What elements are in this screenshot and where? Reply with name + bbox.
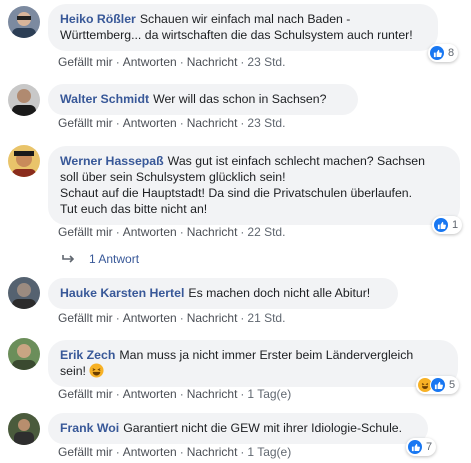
author-name[interactable]: Hauke Karsten Hertel xyxy=(60,286,184,300)
like-link[interactable]: Gefällt mir xyxy=(58,445,113,459)
laughing-emoji-icon xyxy=(89,363,104,378)
comment-bubble: Walter Schmidt Wer will das schon in Sach… xyxy=(48,84,358,115)
comment-text: Tut euch das bitte nicht an! xyxy=(60,202,208,216)
avatar-image xyxy=(8,145,40,177)
comment-text: Es machen doch nicht alle Abitur! xyxy=(188,286,371,300)
like-link[interactable]: Gefällt mir xyxy=(58,116,113,130)
comment-text: Württemberg... da wirtschaften die das S… xyxy=(60,28,413,42)
reaction-count: 7 xyxy=(426,441,433,453)
reactions-badge[interactable]: 8 xyxy=(428,44,459,62)
like-icon xyxy=(430,377,446,393)
avatar-image xyxy=(8,84,40,116)
author-name[interactable]: Frank Woi xyxy=(60,421,119,435)
author-name[interactable]: Walter Schmidt xyxy=(60,92,149,106)
timestamp[interactable]: 1 Tag(e) xyxy=(247,387,291,401)
like-icon xyxy=(429,45,445,61)
comment-bubble: Heiko Rößler Schauen wir einfach mal nach… xyxy=(48,4,438,51)
reactions-badge[interactable]: 5 xyxy=(416,376,460,394)
timestamp[interactable]: 23 Std. xyxy=(247,55,285,69)
like-icon xyxy=(407,439,423,455)
comment-text: sein! xyxy=(60,364,86,378)
comment-bubble: Erik Zech Man muss ja nicht immer Erster … xyxy=(48,340,458,387)
comment-bubble: Werner Hassepaß Was gut ist einfach schle… xyxy=(48,146,460,225)
avatar[interactable] xyxy=(8,84,40,116)
avatar-image xyxy=(8,277,40,309)
timestamp[interactable]: 22 Std. xyxy=(247,225,285,239)
comment-text: Man muss ja nicht immer Erster beim Länd… xyxy=(119,348,414,362)
avatar-image xyxy=(8,338,40,370)
avatar[interactable] xyxy=(8,413,40,445)
message-link[interactable]: Nachricht xyxy=(187,387,238,401)
avatar[interactable] xyxy=(8,6,40,38)
message-link[interactable]: Nachricht xyxy=(187,55,238,69)
avatar[interactable] xyxy=(8,145,40,177)
author-name[interactable]: Werner Hassepaß xyxy=(60,154,164,168)
like-link[interactable]: Gefällt mir xyxy=(58,311,113,325)
comment-text: soll über sein Schulsystem glücklich sei… xyxy=(60,170,286,184)
message-link[interactable]: Nachricht xyxy=(187,311,238,325)
comment-actions: Gefällt mir · Antworten · Nachricht · 1 Tag(e) xyxy=(58,445,292,459)
like-link[interactable]: Gefällt mir xyxy=(58,387,113,401)
reply-link[interactable]: Antworten xyxy=(123,445,177,459)
reply-arrow-icon xyxy=(62,255,75,263)
message-link[interactable]: Nachricht xyxy=(187,116,238,130)
message-link[interactable]: Nachricht xyxy=(187,445,238,459)
message-link[interactable]: Nachricht xyxy=(187,225,238,239)
comment-actions: Gefällt mir · Antworten · Nachricht · 23 Std. xyxy=(58,55,286,69)
reactions-badge[interactable]: 1 xyxy=(432,216,463,234)
avatar-image xyxy=(8,413,40,445)
reply-link[interactable]: Antworten xyxy=(123,55,177,69)
reply-link[interactable]: Antworten xyxy=(123,311,177,325)
reply-link[interactable]: Antworten xyxy=(123,225,177,239)
like-icon xyxy=(433,217,449,233)
reply-link[interactable]: Antworten xyxy=(123,387,177,401)
avatar-image xyxy=(8,6,40,38)
reaction-count: 5 xyxy=(449,379,456,391)
comment-text: Schauen wir einfach mal nach Baden - xyxy=(139,12,351,26)
comment-text: Wer will das schon in Sachsen? xyxy=(153,92,327,106)
comment-actions: Gefällt mir · Antworten · Nachricht · 1 Tag(e) xyxy=(58,387,292,401)
timestamp[interactable]: 1 Tag(e) xyxy=(247,445,291,459)
replies-count[interactable]: 1 Antwort xyxy=(89,252,139,266)
comment-text: Was gut ist einfach schlecht machen? Sac… xyxy=(167,154,425,168)
timestamp[interactable]: 21 Std. xyxy=(247,311,285,325)
reaction-count: 8 xyxy=(448,47,455,59)
reply-link[interactable]: Antworten xyxy=(123,116,177,130)
comment-bubble: Frank Woi Garantiert nicht die GEW mit ih… xyxy=(48,413,428,444)
author-name[interactable]: Erik Zech xyxy=(60,348,115,362)
like-link[interactable]: Gefällt mir xyxy=(58,225,113,239)
comment-bubble: Hauke Karsten Hertel Es machen doch nicht… xyxy=(48,278,398,309)
reaction-count: 1 xyxy=(452,219,459,231)
comment-actions: Gefällt mir · Antworten · Nachricht · 21 Std. xyxy=(58,311,286,325)
like-link[interactable]: Gefällt mir xyxy=(58,55,113,69)
comment-actions: Gefällt mir · Antworten · Nachricht · 22 Std. xyxy=(58,225,286,239)
comment-actions: Gefällt mir · Antworten · Nachricht · 23 Std. xyxy=(58,116,286,130)
comment-text: Schaut auf die Hauptstadt! Da sind die P… xyxy=(60,186,413,200)
author-name[interactable]: Heiko Rößler xyxy=(60,12,136,26)
avatar[interactable] xyxy=(8,338,40,370)
timestamp[interactable]: 23 Std. xyxy=(247,116,285,130)
comment-text: Garantiert nicht die GEW mit ihrer Idiol… xyxy=(123,421,403,435)
reactions-badge[interactable]: 7 xyxy=(406,438,437,456)
view-replies-link[interactable]: 1 Antwort xyxy=(62,252,139,266)
avatar[interactable] xyxy=(8,277,40,309)
